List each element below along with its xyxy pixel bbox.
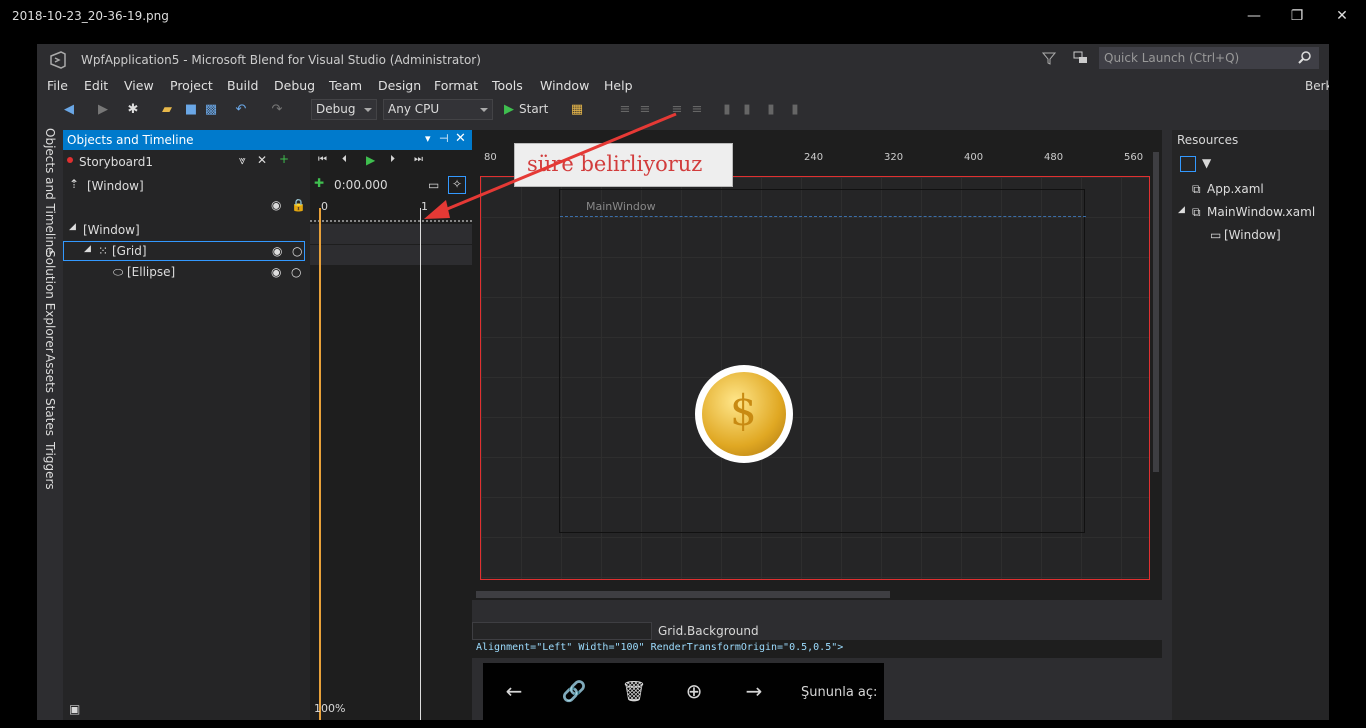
link-icon[interactable]: 🔗 (559, 679, 589, 703)
annotation-arrow-icon (424, 112, 677, 219)
viewer-action-bar: ← 🔗 🗑 ⊕ → Şununla aç: (483, 663, 884, 723)
open-with-button[interactable]: Şununla aç: (801, 685, 877, 700)
back-arrow-icon[interactable]: ← (499, 679, 529, 703)
delete-icon[interactable]: 🗑 (619, 679, 649, 703)
zoom-in-icon[interactable]: ⊕ (679, 679, 709, 703)
forward-arrow-icon[interactable]: → (739, 679, 769, 703)
